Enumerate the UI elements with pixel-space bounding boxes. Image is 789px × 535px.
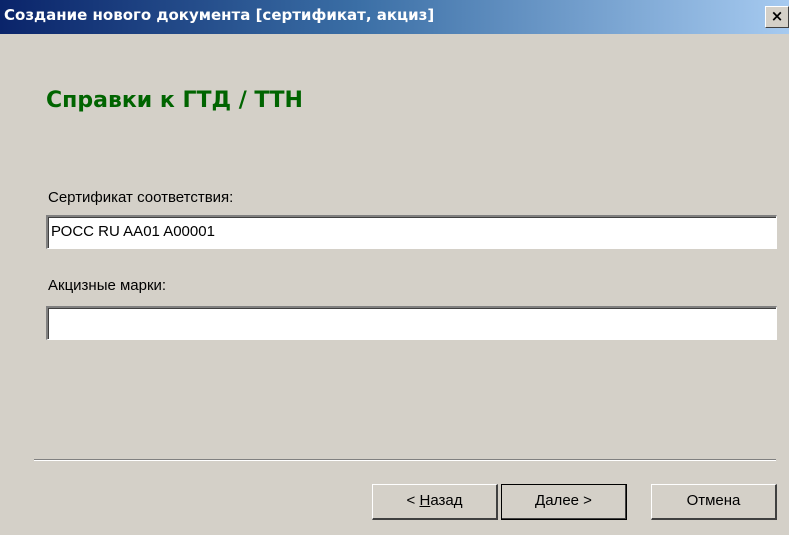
excise-input[interactable]	[46, 306, 777, 340]
back-button-mnemonic: Н	[419, 492, 431, 509]
certificate-input[interactable]: РОСС RU AA01 A00001	[46, 215, 777, 249]
footer-separator	[34, 459, 776, 461]
next-button-mnemonic: Д	[535, 492, 546, 509]
next-button-label: алее >	[545, 492, 592, 509]
cancel-button-label: Отмена	[686, 492, 741, 509]
excise-label: Акцизные марки:	[48, 277, 167, 294]
back-button-prefix: <	[406, 492, 420, 509]
certificate-label: Сертификат соответствия:	[48, 189, 234, 206]
back-button-label: азад	[430, 492, 463, 509]
next-button[interactable]: Далее >	[501, 484, 627, 520]
page-heading: Справки к ГТД / ТТН	[46, 88, 303, 113]
dialog-window: Создание нового документа [сертификат, а…	[0, 0, 789, 535]
close-button[interactable]: ×	[765, 6, 789, 28]
back-button[interactable]: < Назад	[372, 484, 498, 520]
window-title: Создание нового документа [сертификат, а…	[4, 6, 435, 24]
cancel-button[interactable]: Отмена	[651, 484, 777, 520]
title-bar[interactable]: Создание нового документа [сертификат, а…	[0, 0, 789, 34]
close-icon: ×	[770, 7, 784, 25]
